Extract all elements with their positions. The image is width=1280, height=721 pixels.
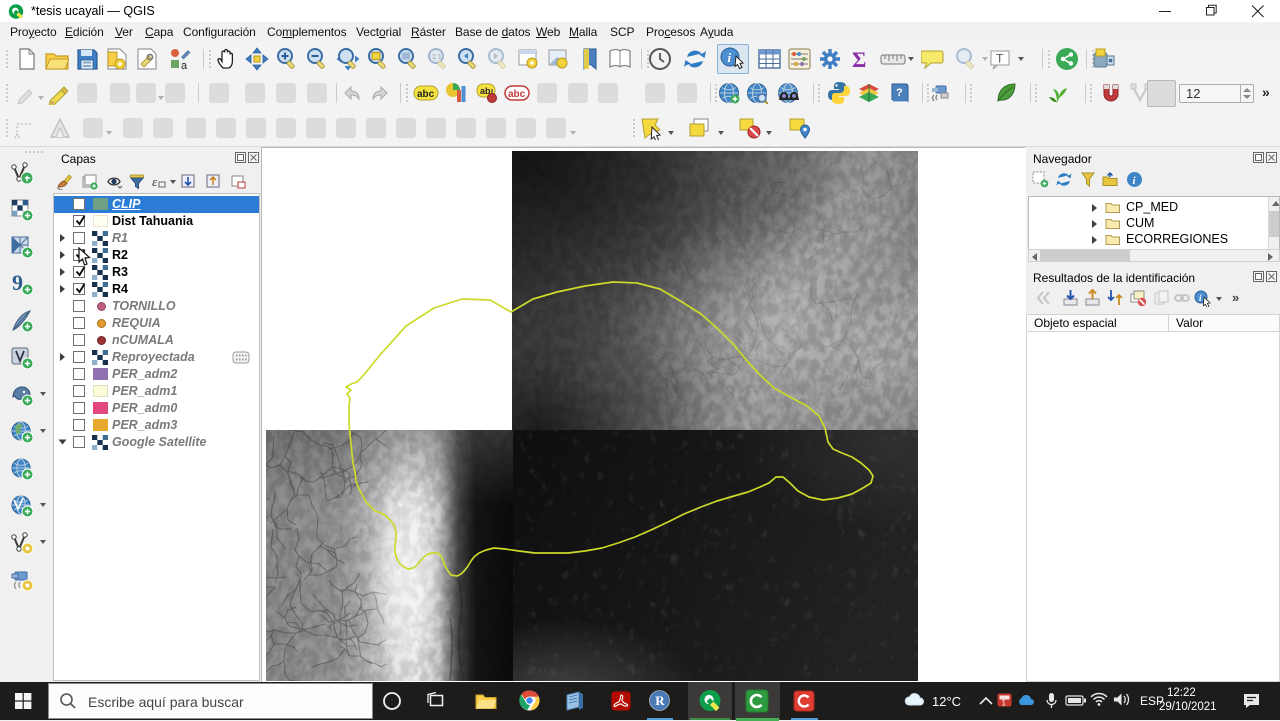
svg-text:1:1: 1:1 (432, 54, 442, 61)
svg-text:?: ? (896, 87, 903, 99)
svg-text:Σ: Σ (852, 48, 866, 70)
svg-text:i: i (728, 50, 732, 65)
svg-text:9: 9 (12, 272, 23, 295)
svg-text:T: T (996, 52, 1004, 66)
svg-text:1: 1 (1002, 699, 1007, 708)
svg-text:ε: ε (152, 174, 158, 189)
svg-text:R: R (655, 693, 665, 708)
svg-text:a: a (181, 60, 188, 70)
svg-text:abc: abc (508, 89, 526, 100)
svg-text:abc: abc (417, 89, 435, 100)
